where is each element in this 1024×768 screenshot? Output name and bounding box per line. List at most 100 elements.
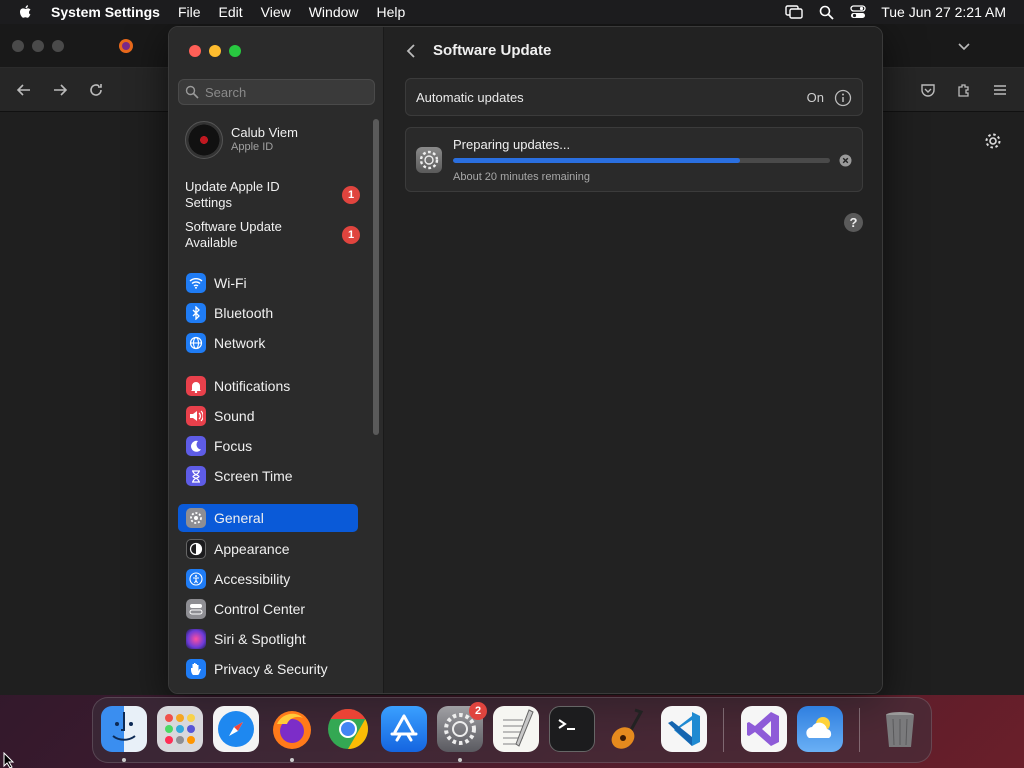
- profile-subtitle: Apple ID: [231, 141, 274, 153]
- alert-label: Update Apple ID Settings: [185, 179, 280, 210]
- forward-arrow-icon[interactable]: [50, 80, 70, 100]
- extensions-icon[interactable]: [954, 80, 974, 100]
- apple-id-profile[interactable]: Calub Viem Apple ID: [185, 121, 365, 161]
- menu-bar: System Settings File Edit View Window He…: [0, 0, 1024, 24]
- menu-help[interactable]: Help: [368, 4, 415, 20]
- browser-close-dot[interactable]: [12, 40, 24, 52]
- dock-trash-icon[interactable]: [877, 706, 923, 752]
- page-title: Software Update: [433, 42, 552, 59]
- avatar: [185, 121, 223, 159]
- browser-zoom-dot[interactable]: [52, 40, 64, 52]
- sidebar-item-appearance[interactable]: Appearance: [178, 535, 358, 563]
- dock-textedit-icon[interactable]: [493, 706, 539, 752]
- update-progress-panel: Preparing updates... About 20 minutes re…: [405, 127, 863, 192]
- dock-firefox-icon[interactable]: [269, 706, 315, 752]
- dock-vscode-icon[interactable]: [661, 706, 707, 752]
- sidebar-item-control-center[interactable]: Control Center: [178, 595, 358, 623]
- sidebar-item-label: Accessibility: [214, 571, 291, 587]
- screen-mirroring-icon[interactable]: [785, 4, 803, 20]
- search-input[interactable]: Search: [178, 79, 375, 105]
- sidebar-item-label: Bluetooth: [214, 305, 274, 321]
- progress-title: Preparing updates...: [453, 137, 571, 152]
- sidebar-item-label: Sound: [214, 408, 255, 424]
- dock-weather-icon[interactable]: [797, 706, 843, 752]
- spotlight-search-icon[interactable]: [817, 4, 835, 20]
- cancel-update-icon[interactable]: [839, 154, 852, 167]
- sidebar-item-notifications[interactable]: Notifications: [178, 372, 358, 400]
- pocket-icon[interactable]: [918, 80, 938, 100]
- moon-icon: [186, 436, 206, 456]
- page-settings-gear-icon[interactable]: [983, 131, 1003, 151]
- dock-launchpad-icon[interactable]: [157, 706, 203, 752]
- sidebar-item-general[interactable]: General: [178, 504, 358, 532]
- info-icon[interactable]: [834, 89, 852, 107]
- sidebar: Search Calub Viem Apple ID Update Apple …: [169, 27, 384, 693]
- menu-file[interactable]: File: [169, 4, 210, 20]
- sidebar-item-label: General: [214, 510, 264, 526]
- sidebar-item-label: Wi-Fi: [214, 275, 247, 291]
- speaker-icon: [186, 406, 206, 426]
- menu-view[interactable]: View: [252, 4, 300, 20]
- mouse-pointer-icon: [3, 751, 15, 768]
- siri-icon: [186, 629, 206, 649]
- alert-badge: 1: [342, 226, 360, 244]
- progress-bar-fill: [453, 158, 740, 163]
- automatic-updates-label: Automatic updates: [416, 90, 524, 105]
- sidebar-item-label: Control Center: [214, 601, 306, 617]
- dock-separator: [859, 708, 860, 752]
- alert-badge: 1: [342, 186, 360, 204]
- dock-terminal-icon[interactable]: [549, 706, 595, 752]
- help-button[interactable]: ?: [844, 213, 863, 232]
- sidebar-item-label: Focus: [214, 438, 253, 454]
- menu-window[interactable]: Window: [300, 4, 368, 20]
- dock-system-settings-badge: 2: [469, 702, 487, 720]
- menu-edit[interactable]: Edit: [210, 4, 252, 20]
- system-settings-window: Search Calub Viem Apple ID Update Apple …: [168, 26, 883, 694]
- progress-bar: [453, 158, 830, 163]
- browser-minimize-dot[interactable]: [32, 40, 44, 52]
- sidebar-item-siri-spotlight[interactable]: Siri & Spotlight: [178, 625, 358, 653]
- toggles-icon: [186, 599, 206, 619]
- alert-update-apple-id[interactable]: Update Apple ID Settings 1: [185, 179, 365, 211]
- back-arrow-icon[interactable]: [14, 80, 34, 100]
- sidebar-item-accessibility[interactable]: Accessibility: [178, 565, 358, 593]
- tab-list-chevron-icon[interactable]: [954, 36, 974, 56]
- reload-icon[interactable]: [86, 80, 106, 100]
- hand-icon: [186, 659, 206, 679]
- sidebar-scrollbar[interactable]: [373, 119, 379, 435]
- dock-safari-icon[interactable]: [213, 706, 259, 752]
- dock-running-dot: [458, 758, 462, 762]
- globe-icon: [186, 333, 206, 353]
- dock-chrome-icon[interactable]: [325, 706, 371, 752]
- back-chevron-icon[interactable]: [403, 41, 419, 61]
- accessibility-icon: [186, 569, 206, 589]
- sidebar-item-screen-time[interactable]: Screen Time: [178, 462, 358, 490]
- sidebar-item-network[interactable]: Network: [178, 329, 358, 357]
- control-center-icon[interactable]: [849, 4, 867, 20]
- sidebar-item-sound[interactable]: Sound: [178, 402, 358, 430]
- menu-app-name[interactable]: System Settings: [42, 4, 169, 20]
- sidebar-item-bluetooth[interactable]: Bluetooth: [178, 299, 358, 327]
- sidebar-item-focus[interactable]: Focus: [178, 432, 358, 460]
- dock-app-store-icon[interactable]: [381, 706, 427, 752]
- dock-garageband-icon[interactable]: [605, 706, 651, 752]
- hamburger-menu-icon[interactable]: [990, 80, 1010, 100]
- dock-visual-studio-icon[interactable]: [741, 706, 787, 752]
- dock-running-dot: [290, 758, 294, 762]
- gear-icon: [186, 508, 206, 528]
- automatic-updates-status: On: [806, 90, 824, 105]
- dock-finder-icon[interactable]: [101, 706, 147, 752]
- search-icon: [185, 85, 199, 99]
- apple-logo-icon[interactable]: [18, 4, 34, 20]
- window-close-button[interactable]: [189, 45, 201, 57]
- alert-software-update[interactable]: Software Update Available 1: [185, 219, 365, 251]
- menu-extras: Tue Jun 27 2:21 AM: [785, 0, 1006, 24]
- sidebar-item-wifi[interactable]: Wi-Fi: [178, 269, 358, 297]
- menu-clock[interactable]: Tue Jun 27 2:21 AM: [881, 4, 1006, 20]
- sidebar-item-privacy-security[interactable]: Privacy & Security: [178, 655, 358, 683]
- firefox-tab-icon[interactable]: [116, 36, 136, 56]
- window-minimize-button[interactable]: [209, 45, 221, 57]
- dock: 2: [92, 697, 932, 763]
- main-pane: Software Update Automatic updates On Pre…: [385, 27, 882, 693]
- window-zoom-button[interactable]: [229, 45, 241, 57]
